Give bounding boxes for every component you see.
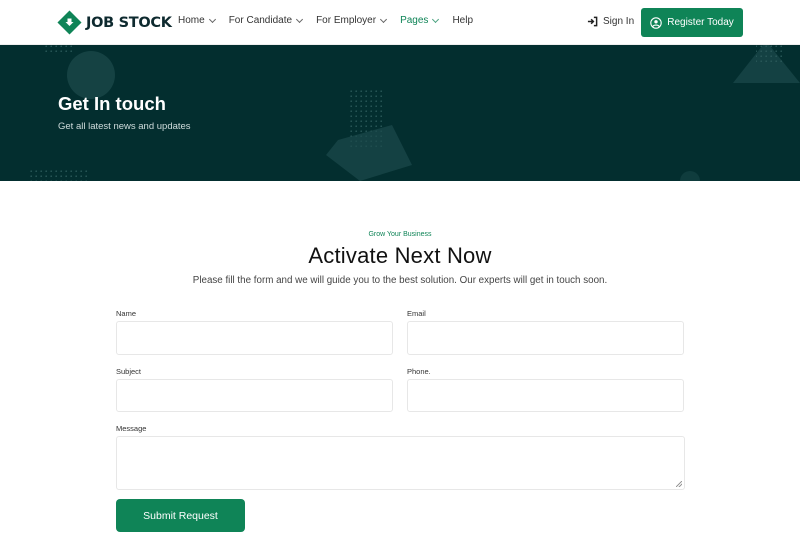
message-field[interactable] xyxy=(117,437,684,489)
message-field-wrapper xyxy=(116,436,685,490)
nav-item-label: For Employer xyxy=(316,15,377,26)
nav-item-label: Home xyxy=(178,15,205,26)
section-lead: Please fill the form and we will guide y… xyxy=(192,275,608,286)
name-label: Name xyxy=(116,309,137,318)
resize-handle-icon[interactable] xyxy=(676,481,682,487)
nav-item-label: Pages xyxy=(400,15,429,26)
register-button-label: Register Today xyxy=(667,17,734,28)
nav-item-for-candidate[interactable]: For Candidate xyxy=(228,15,304,26)
name-field-wrapper xyxy=(116,321,393,355)
nav-item-home[interactable]: Home xyxy=(178,15,216,26)
nav-item-pages[interactable]: Pages xyxy=(400,15,440,26)
email-label: Email xyxy=(407,309,426,318)
subject-field-wrapper xyxy=(116,379,393,412)
logo[interactable]: JOB STOCK xyxy=(57,10,172,35)
nav-item-for-employer[interactable]: For Employer xyxy=(316,15,388,26)
name-field[interactable] xyxy=(117,322,392,354)
page-title: Get In touch xyxy=(58,93,166,114)
phone-label: Phone. xyxy=(407,367,431,376)
chevron-down-icon xyxy=(432,15,440,23)
section-eyebrow: Grow Your Business xyxy=(368,231,432,238)
logo-text: JOB STOCK xyxy=(86,14,172,31)
section-heading: Activate Next Now xyxy=(308,243,492,268)
chevron-down-icon xyxy=(296,15,304,23)
sign-in-label: Sign In xyxy=(603,16,635,27)
message-label: Message xyxy=(116,424,147,433)
sign-in-link[interactable]: Sign In xyxy=(587,16,634,27)
hero-banner: Get In touch Get all latest news and upd… xyxy=(0,45,800,181)
main-nav: Home For Candidate For Employer Pages He… xyxy=(178,15,473,26)
phone-field[interactable] xyxy=(408,380,683,411)
site-header: JOB STOCK Home For Candidate For Employe… xyxy=(0,0,800,45)
nav-item-label: Help xyxy=(452,15,474,26)
subject-label: Subject xyxy=(116,367,142,376)
chevron-down-icon xyxy=(208,15,216,23)
phone-field-wrapper xyxy=(407,379,684,412)
chevron-down-icon xyxy=(380,15,388,23)
register-button[interactable]: Register Today xyxy=(641,8,743,37)
page-subtitle: Get all latest news and updates xyxy=(58,121,191,132)
logo-icon xyxy=(57,10,82,35)
user-circle-icon xyxy=(650,16,662,29)
email-field[interactable] xyxy=(408,322,683,354)
submit-request-button[interactable]: Submit Request xyxy=(116,499,245,532)
nav-item-help[interactable]: Help xyxy=(452,15,473,26)
sign-in-icon xyxy=(587,16,598,27)
nav-item-label: For Candidate xyxy=(228,15,293,26)
email-field-wrapper xyxy=(407,321,684,355)
subject-field[interactable] xyxy=(117,380,392,411)
